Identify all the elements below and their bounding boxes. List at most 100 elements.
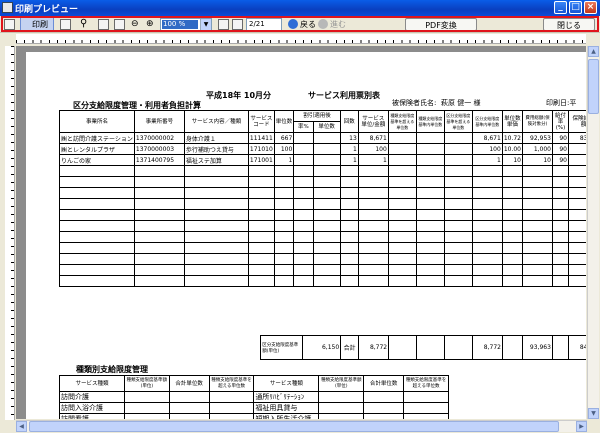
scroll-down-icon[interactable]: ▼ [588,408,599,419]
close-button[interactable]: 閉じる [543,18,595,31]
col-header: 事業所名 [59,110,135,133]
prev-page-icon[interactable] [218,19,229,30]
table-cell [363,402,405,414]
zoom-in-icon[interactable]: ⊕ [146,18,154,31]
summary-total-units: 8,772 [358,335,390,360]
summary-total-label: 合計 [340,335,360,360]
col-header: 事業所番号 [133,110,185,133]
insured-name: 萩原 健一 様 [441,99,481,107]
next-page-icon[interactable] [232,19,243,30]
table-cell [387,132,417,144]
scroll-left-icon[interactable]: ◀ [16,421,27,432]
close-window-button[interactable]: × [584,1,597,14]
pdf-convert-button[interactable]: PDF変換 [405,18,477,31]
page-input[interactable]: 2/21 [246,18,282,31]
forward-arrow-icon [318,19,328,29]
scroll-up-icon[interactable]: ▲ [588,46,599,57]
sidebar-toggle-icon[interactable] [4,19,15,30]
table-cell [501,187,524,199]
table-cell [443,242,473,254]
table-cell [273,220,295,232]
scroll-right-icon[interactable]: ▶ [576,421,587,432]
preview-area[interactable]: 平成18年 10月分 サービス利用票別表 区分支給限度管理・利用者負担計算 被保… [16,46,586,419]
back-button[interactable]: 戻る [300,18,316,31]
table-cell [552,275,569,287]
table-cell [415,187,445,199]
chevron-down-icon[interactable]: ▼ [200,19,211,30]
summary-total-cost: 93,963 [521,335,553,360]
table-cell: 1 [339,154,359,166]
table-row: 訪問入浴介護 福祉用具貸与 [59,402,449,414]
zoom-out-icon[interactable]: ⊖ [131,18,139,31]
table-cell [312,165,341,177]
col-header: 合計単位数 [168,375,210,392]
print-button[interactable]: 印刷 [20,17,54,32]
table-cell [387,264,417,276]
back-arrow-icon[interactable] [288,19,298,29]
table-cell [133,253,185,265]
multi-page-icon[interactable] [114,19,125,30]
table-cell [403,413,449,419]
table-cell [273,231,295,243]
table-cell [552,165,569,177]
table-cell: 100 [357,143,389,155]
col-header: 種類支給限度基準を超える単位数 [403,375,449,392]
table-cell [387,242,417,254]
table-cell [443,165,473,177]
table-cell [318,402,365,414]
horizontal-scrollbar[interactable]: ◀ ▶ [16,420,587,432]
table-cell [568,187,586,199]
vertical-scroll-thumb[interactable] [588,59,599,114]
maximize-button[interactable]: □ [569,1,582,14]
table-cell [471,264,503,276]
table-cell: 10 [501,154,524,166]
table-cell: 短期入所生活介護 [253,413,320,419]
sub-header: 単位数 [312,121,341,133]
find-icon[interactable]: ⚲ [80,17,87,30]
report-period: 平成18年 10月分 [206,91,272,100]
table-cell [133,209,185,221]
table-cell: 90 [552,143,569,155]
table-cell [501,198,524,210]
section2-title: 種類別支給限度管理 [76,365,148,374]
table-cell [522,187,553,199]
copy-icon[interactable] [60,19,71,30]
table-cell [443,198,473,210]
table-cell [339,231,359,243]
table-cell [552,264,569,276]
table-cell: 歩行補助つえ貸与 [183,143,249,155]
table-cell [501,220,524,232]
table-row [59,165,586,177]
table-cell: 10 [522,154,553,166]
summary-limit-in: 8,772 [471,335,503,360]
table-cell [387,253,417,265]
horizontal-scroll-thumb[interactable] [29,421,559,432]
table-cell [443,275,473,287]
table-cell [312,231,341,243]
table-cell [183,220,249,232]
table-cell: 身体介護１ [183,132,249,144]
table-cell [552,220,569,232]
table-cell [403,402,449,414]
table-cell [357,165,389,177]
vertical-scrollbar[interactable]: ▲ ▼ [587,46,599,419]
single-page-icon[interactable] [98,19,109,30]
table-cell [133,242,185,254]
zoom-select[interactable]: 100 % ▼ [160,18,212,31]
kind-limit-table: サービス種類 種類支給限度基準額(単位) 合計単位数 種類支給限度基準を超える単… [59,375,449,419]
table-cell: 1 [273,154,295,166]
minimize-button[interactable]: _ [554,1,567,14]
table-row [59,275,586,287]
table-row [59,187,586,199]
table-cell [568,242,586,254]
table-cell [339,242,359,254]
table-cell [568,264,586,276]
table-cell [471,165,503,177]
table-cell [273,198,295,210]
table-cell: 福祉用具貸与 [253,402,320,414]
table-cell [568,253,586,265]
table-cell [247,275,275,287]
col-header: 種類支給限度基準を超える単位数 [208,375,255,392]
table-cell [208,391,255,403]
table-cell [403,391,449,403]
